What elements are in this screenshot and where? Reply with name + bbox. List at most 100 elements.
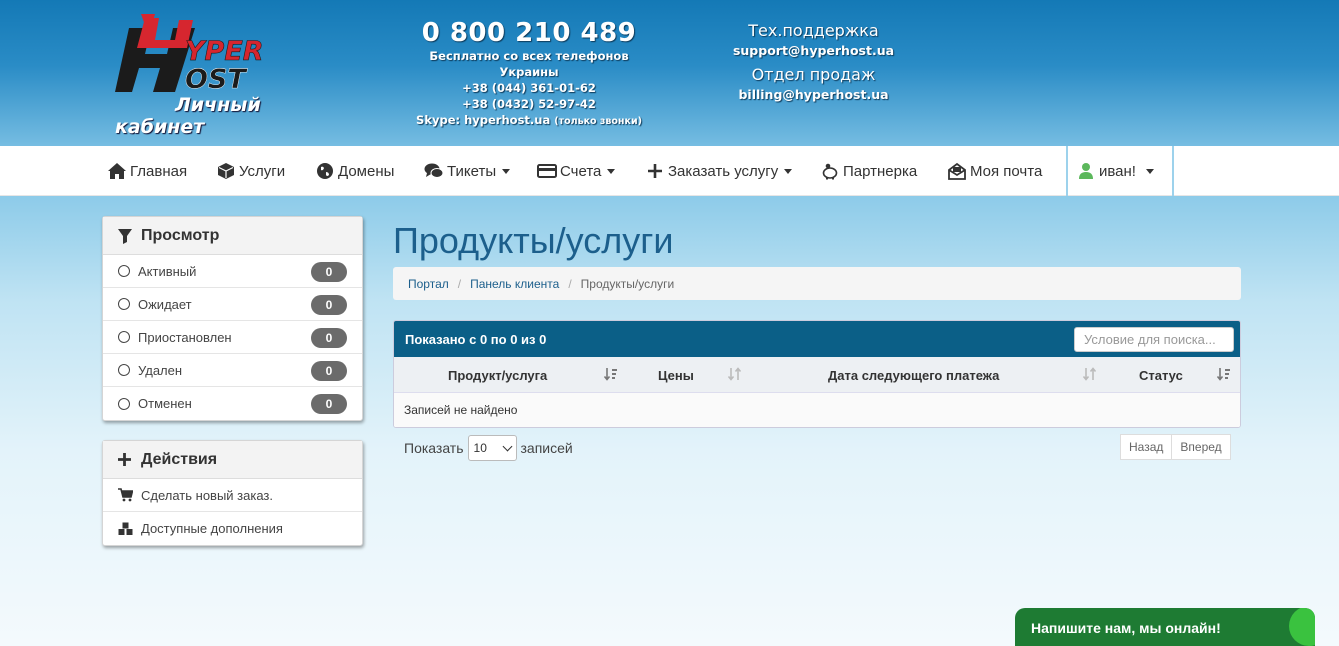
- filter-label: Ожидает: [138, 296, 192, 312]
- logo-caption-line1: Личный: [175, 94, 261, 116]
- nav-home-label: Главная: [130, 162, 188, 180]
- svg-text:YPER: YPER: [185, 36, 264, 67]
- skype-id[interactable]: Skype: hyperhost.ua: [416, 113, 550, 127]
- support-email[interactable]: support@hyperhost.ua: [726, 42, 901, 60]
- view-panel: Просмотр Активный 0 Ожидает 0 Приостанов…: [102, 216, 363, 421]
- nav-home[interactable]: Главная: [107, 146, 187, 196]
- filter-active[interactable]: Активный 0: [103, 255, 362, 288]
- table-toolbar: Показано с 0 по 0 из 0: [394, 321, 1240, 357]
- view-panel-title: Просмотр: [141, 226, 220, 244]
- user-menu[interactable]: иван!: [1066, 146, 1174, 196]
- support-title: Тех.поддержка: [748, 21, 879, 40]
- chevron-down-icon: [502, 441, 512, 452]
- column-label: Статус: [1139, 367, 1183, 383]
- table-search-input[interactable]: [1074, 327, 1234, 352]
- available-addons-link[interactable]: Доступные дополнения: [103, 512, 362, 545]
- new-order-link[interactable]: Сделать новый заказ.: [103, 479, 362, 512]
- sort-icon: [728, 367, 742, 381]
- breadcrumb-portal[interactable]: Портал: [408, 277, 449, 291]
- filter-pending[interactable]: Ожидает 0: [103, 288, 362, 321]
- radio-icon: [118, 265, 130, 277]
- count-badge: 0: [311, 295, 347, 315]
- table-empty-row: Записей не найдено: [394, 393, 1240, 427]
- column-header-next-due[interactable]: Дата следующего платежа: [828, 357, 999, 393]
- filter-suspended[interactable]: Приостановлен 0: [103, 321, 362, 354]
- filter-terminated[interactable]: Удален 0: [103, 354, 362, 387]
- count-badge: 0: [311, 394, 347, 414]
- envelope-open-icon: [947, 161, 967, 181]
- plus-icon: [645, 161, 665, 181]
- main-navbar: Главная Услуги Домены Тикеты Счета Заказ…: [0, 146, 1339, 196]
- services-table: Показано с 0 по 0 из 0 Продукт/услуга Це…: [393, 320, 1241, 428]
- breadcrumb-separator: /: [457, 276, 462, 291]
- column-label: Дата следующего платежа: [828, 367, 1000, 383]
- main-phone[interactable]: 0 800 210 489: [398, 18, 660, 48]
- breadcrumb-separator: /: [568, 276, 572, 291]
- sales-email[interactable]: billing@hyperhost.ua: [726, 86, 901, 104]
- user-icon: [1079, 162, 1095, 180]
- column-header-status[interactable]: Статус: [1139, 357, 1183, 393]
- nav-services[interactable]: Услуги: [216, 146, 285, 196]
- new-order-label: Сделать новый заказ.: [141, 487, 273, 503]
- nav-partner[interactable]: Партнерка: [820, 146, 917, 196]
- live-chat-widget[interactable]: Напишите нам, мы онлайн!: [1015, 608, 1315, 646]
- actions-panel: Действия Сделать новый заказ. Доступные …: [102, 440, 363, 546]
- filter-cancelled[interactable]: Отменен 0: [103, 387, 362, 420]
- pager-next-button[interactable]: Вперед: [1172, 434, 1231, 460]
- piggy-bank-icon: [820, 161, 840, 181]
- nav-domains[interactable]: Домены: [315, 146, 394, 196]
- nav-domains-label: Домены: [338, 162, 395, 180]
- chevron-down-icon: [1145, 168, 1154, 174]
- pagination: Назад Вперед: [1120, 434, 1231, 460]
- nav-tickets-label: Тикеты: [447, 162, 497, 180]
- filter-label: Активный: [138, 263, 197, 279]
- sort-icon: [1083, 367, 1097, 381]
- actions-panel-header: Действия: [103, 441, 362, 479]
- user-name: иван!: [1099, 162, 1136, 180]
- filter-label: Удален: [138, 362, 183, 378]
- logo-mark: YPER OST: [115, 14, 264, 95]
- phone-kyiv[interactable]: +38 (044) 361-01-62: [398, 80, 660, 96]
- radio-icon: [118, 364, 130, 376]
- phone-vinnytsia[interactable]: +38 (0432) 52-97-42: [398, 96, 660, 112]
- nav-services-label: Услуги: [239, 162, 286, 180]
- available-addons-label: Доступные дополнения: [141, 521, 283, 536]
- count-badge: 0: [311, 328, 347, 348]
- nav-tickets[interactable]: Тикеты: [424, 146, 511, 196]
- chat-label: Напишите нам, мы онлайн!: [1031, 620, 1221, 636]
- nav-partner-label: Партнерка: [843, 162, 918, 180]
- view-panel-header: Просмотр: [103, 217, 362, 255]
- sort-desc-icon: [1217, 368, 1230, 381]
- filter-label: Отменен: [138, 396, 192, 411]
- credit-card-icon: [537, 161, 557, 181]
- page-length-value: 10: [473, 441, 487, 455]
- filter-icon: [117, 228, 135, 244]
- nav-invoices[interactable]: Счета: [537, 146, 616, 196]
- chat-status-icon: [1289, 608, 1315, 646]
- page-length-label-after: записей: [520, 440, 573, 456]
- hyperhost-logo[interactable]: YPER OST Личный кабинет: [115, 14, 315, 139]
- breadcrumb: Портал / Панель клиента / Продукты/услуг…: [393, 267, 1241, 300]
- breadcrumb-client-area[interactable]: Панель клиента: [470, 277, 559, 291]
- nav-mail-label: Моя почта: [970, 162, 1043, 180]
- sort-desc-icon: [604, 368, 617, 381]
- shopping-cart-icon: [118, 488, 134, 502]
- skype-note: (только звонки): [554, 116, 642, 127]
- radio-icon: [118, 397, 130, 410]
- empty-message: Записей не найдено: [404, 403, 518, 417]
- globe-icon: [315, 161, 335, 181]
- page-length-select[interactable]: 10: [467, 435, 517, 461]
- svg-text:OST: OST: [185, 64, 248, 95]
- nav-order[interactable]: Заказать услугу: [645, 146, 793, 196]
- table-info: Показано с 0 по 0 из 0: [405, 331, 547, 347]
- nav-mail[interactable]: Моя почта: [947, 146, 1042, 196]
- count-badge: 0: [311, 262, 347, 282]
- pager-prev-button[interactable]: Назад: [1120, 434, 1173, 460]
- support-contacts: Тех.поддержка support@hyperhost.ua Отдел…: [726, 20, 901, 108]
- chevron-down-icon: [502, 168, 511, 174]
- column-header-product[interactable]: Продукт/услуга: [448, 357, 547, 393]
- column-header-price[interactable]: Цены: [658, 357, 694, 393]
- home-icon: [107, 161, 127, 181]
- logo-caption-line2: кабинет: [115, 116, 205, 138]
- sales-title: Отдел продаж: [751, 65, 876, 84]
